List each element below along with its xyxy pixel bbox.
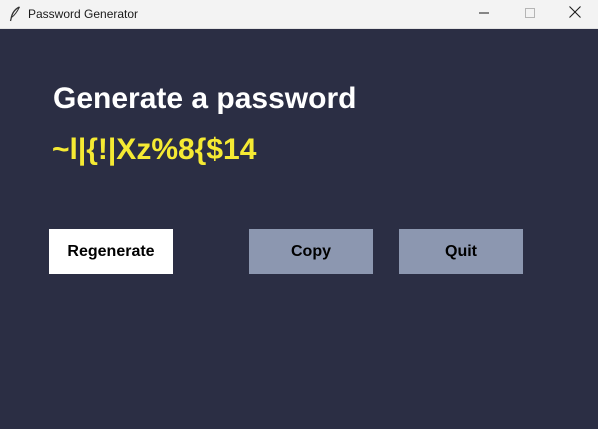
app-window: Password Generator Generate a password ~… xyxy=(0,0,598,429)
maximize-icon xyxy=(525,5,535,23)
window-title: Password Generator xyxy=(28,7,139,21)
minimize-button[interactable] xyxy=(461,0,507,28)
regenerate-button[interactable]: Regenerate xyxy=(49,229,173,274)
feather-icon xyxy=(8,6,22,22)
page-heading: Generate a password xyxy=(53,82,357,115)
copy-button[interactable]: Copy xyxy=(249,229,373,274)
close-button[interactable] xyxy=(552,0,598,28)
maximize-button[interactable] xyxy=(507,0,553,28)
minimize-icon xyxy=(479,5,489,23)
generated-password: ~l|{!|Xz%8{$14 xyxy=(52,133,257,166)
title-bar[interactable]: Password Generator xyxy=(0,0,598,29)
quit-button[interactable]: Quit xyxy=(399,229,523,274)
close-icon xyxy=(569,5,581,23)
